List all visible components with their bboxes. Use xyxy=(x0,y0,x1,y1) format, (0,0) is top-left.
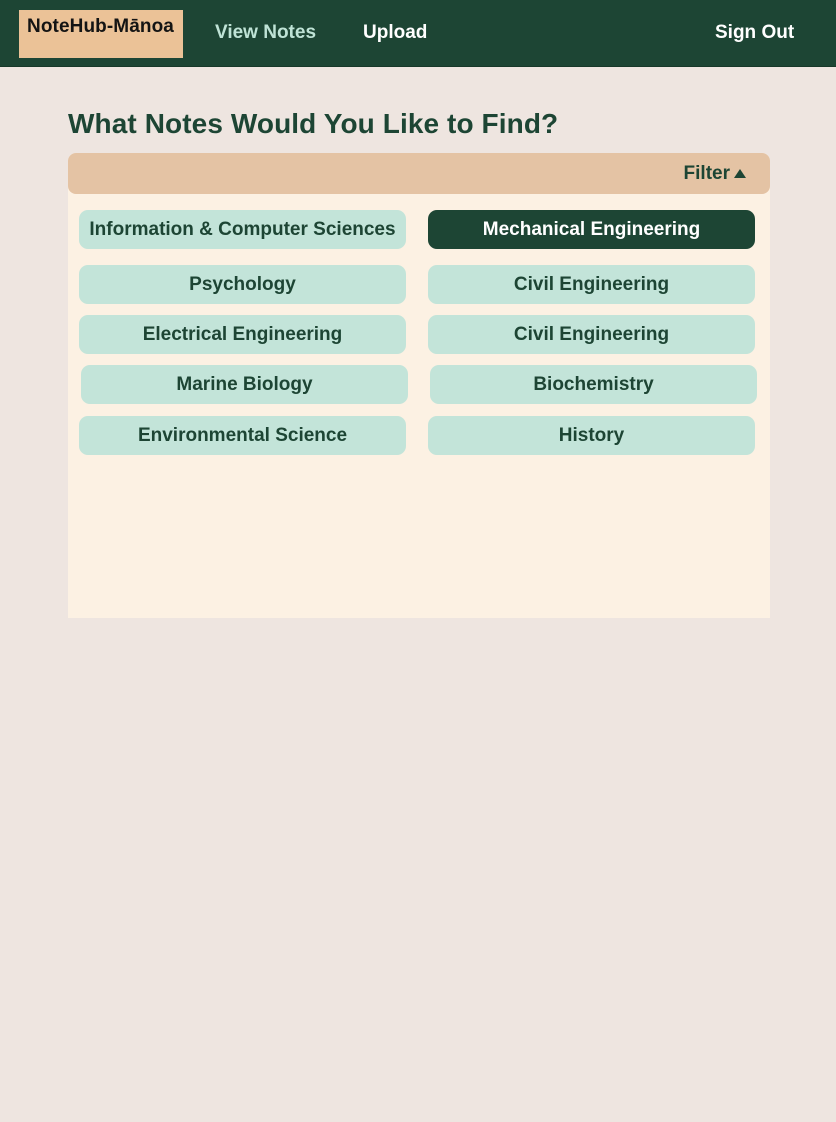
filter-toggle-label: Filter xyxy=(683,163,730,184)
major-chip-information-computer-sciences[interactable]: Information & Computer Sciences xyxy=(79,210,406,249)
filter-header[interactable]: Filter xyxy=(68,153,770,194)
brand-logo[interactable]: NoteHub-Mānoa xyxy=(19,10,183,58)
sign-out-link[interactable]: Sign Out xyxy=(715,22,794,44)
filter-toggle[interactable]: Filter xyxy=(684,163,746,185)
major-chip-label: Civil Engineering xyxy=(513,273,670,295)
major-chip-marine-biology[interactable]: Marine Biology xyxy=(81,365,408,404)
nav-link-upload[interactable]: Upload xyxy=(363,22,427,44)
major-chip-label: Environmental Science xyxy=(137,424,348,446)
major-chip-label: Psychology xyxy=(189,273,296,295)
caret-up-icon xyxy=(734,169,746,178)
major-chip-label: History xyxy=(558,424,625,446)
major-chip-biochemistry[interactable]: Biochemistry xyxy=(430,365,757,404)
major-chip-mechanical-engineering[interactable]: Mechanical Engineering xyxy=(428,210,755,249)
major-chip-label: Biochemistry xyxy=(533,373,654,395)
major-chip-environmental-science[interactable]: Environmental Science xyxy=(79,416,406,455)
major-chip-electrical-engineering[interactable]: Electrical Engineering xyxy=(79,315,406,354)
major-chip-label: Marine Biology xyxy=(176,373,313,395)
navbar: NoteHub-Mānoa View Notes Upload Sign Out xyxy=(0,0,836,67)
major-chip-psychology[interactable]: Psychology xyxy=(79,265,406,304)
major-chip-label: Civil Engineering xyxy=(513,323,670,345)
major-chip-label: Mechanical Engineering xyxy=(482,218,701,240)
major-chip-label: Electrical Engineering xyxy=(142,323,343,345)
filter-panel: Filter Information & Computer Sciences M… xyxy=(68,153,770,618)
major-chip-civil-engineering[interactable]: Civil Engineering xyxy=(428,265,755,304)
major-chip-label: Information & Computer Sciences xyxy=(89,218,396,240)
major-chip-history[interactable]: History xyxy=(428,416,755,455)
major-chip-civil-engineering-2[interactable]: Civil Engineering xyxy=(428,315,755,354)
page-title: What Notes Would You Like to Find? xyxy=(68,108,559,139)
nav-link-view-notes[interactable]: View Notes xyxy=(215,22,316,44)
